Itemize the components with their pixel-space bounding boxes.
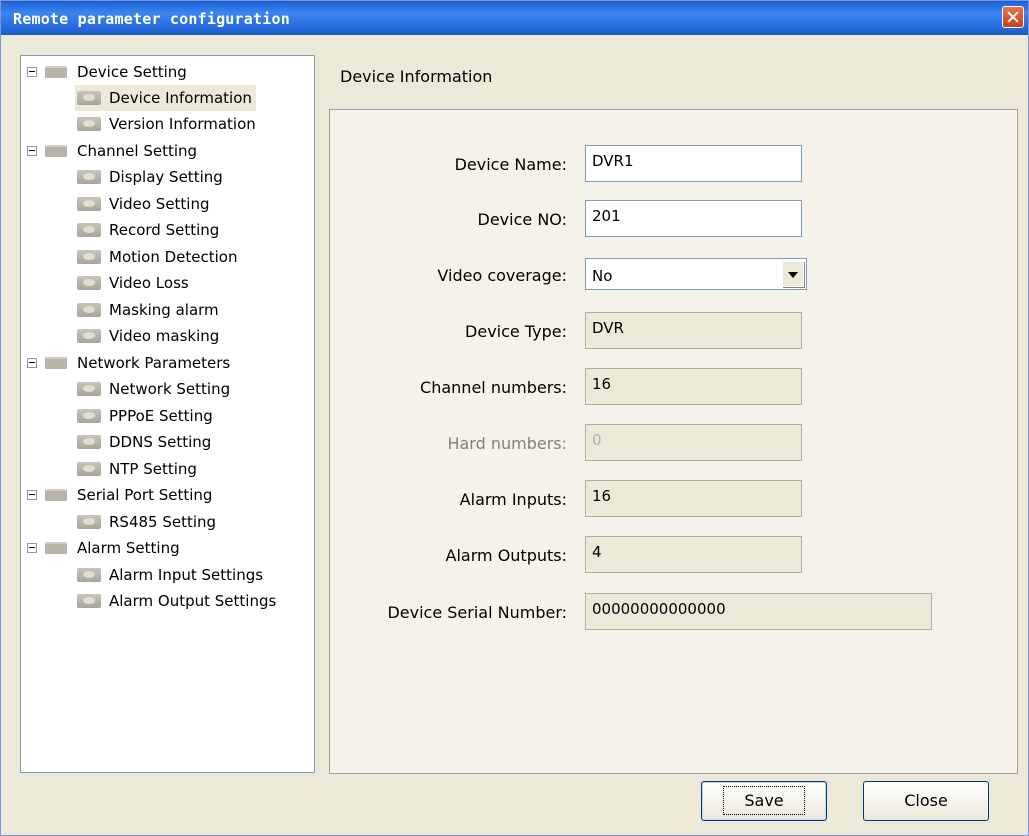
device-name-input[interactable]: DVR1 — [585, 145, 802, 182]
tree-item-video-setting[interactable]: Video Setting — [75, 191, 214, 217]
device-icon — [77, 462, 101, 476]
device-type-field: DVR — [585, 312, 802, 349]
tree-item-label: Motion Detection — [109, 248, 238, 266]
tree-item-pppoe-setting[interactable]: PPPoE Setting — [75, 403, 217, 429]
device-icon — [77, 303, 101, 317]
tree-item-label: Masking alarm — [109, 301, 219, 319]
collapse-icon[interactable] — [27, 67, 37, 77]
tree-item-video-masking[interactable]: Video masking — [75, 323, 223, 349]
device-icon — [77, 594, 101, 608]
tree-item-network-setting[interactable]: Network Setting — [75, 376, 234, 402]
tree-item-version-information[interactable]: Version Information — [75, 111, 260, 137]
tree-group-serial-port-setting[interactable]: Serial Port Setting — [27, 482, 212, 508]
device-icon — [77, 250, 101, 264]
video-coverage-value: No — [592, 267, 613, 285]
folder-icon — [45, 357, 67, 369]
tree-item-alarm-input-settings[interactable]: Alarm Input Settings — [75, 562, 267, 588]
tree-item-label: Network Setting — [109, 380, 231, 398]
device-name-label: Device Name: — [454, 155, 567, 174]
close-button[interactable]: Close — [863, 781, 989, 821]
tree-item-display-setting[interactable]: Display Setting — [75, 164, 227, 190]
chevron-down-icon[interactable] — [782, 261, 804, 287]
save-button[interactable]: Save — [701, 781, 827, 821]
tree-group-network-parameters[interactable]: Network Parameters — [27, 350, 230, 376]
device-icon — [77, 170, 101, 184]
tree-item-label: PPPoE Setting — [109, 407, 213, 425]
tree-item-label: Video Loss — [109, 274, 189, 292]
tree-group-device-setting[interactable]: Device Setting — [27, 59, 187, 85]
tree-group-label: Device Setting — [77, 63, 187, 81]
tree-item-label: Display Setting — [109, 168, 223, 186]
folder-icon — [45, 145, 67, 157]
tree-item-record-setting[interactable]: Record Setting — [75, 217, 223, 243]
device-icon — [77, 409, 101, 423]
alarm-inputs-label: Alarm Inputs: — [459, 490, 567, 509]
collapse-icon[interactable] — [27, 358, 37, 368]
folder-icon — [45, 542, 67, 554]
tree-item-rs485-setting[interactable]: RS485 Setting — [75, 509, 220, 535]
device-no-label: Device NO: — [477, 210, 567, 229]
tree-item-label: Video masking — [109, 327, 220, 345]
device-icon — [77, 91, 101, 105]
tree-group-channel-setting[interactable]: Channel Setting — [27, 138, 197, 164]
remote-config-window: Remote parameter configuration Device Se… — [0, 0, 1029, 836]
tree-item-masking-alarm[interactable]: Masking alarm — [75, 297, 223, 323]
tree-item-label: NTP Setting — [109, 460, 197, 478]
tree-item-device-information[interactable]: Device Information — [75, 85, 256, 111]
collapse-icon[interactable] — [27, 146, 37, 156]
collapse-icon[interactable] — [27, 490, 37, 500]
tree-group-label: Serial Port Setting — [77, 486, 213, 504]
close-window-icon[interactable] — [1002, 6, 1024, 28]
tree-item-motion-detection[interactable]: Motion Detection — [75, 244, 242, 270]
tree-item-label: Video Setting — [109, 195, 210, 213]
device-icon — [77, 435, 101, 449]
hard-numbers-field: 0 — [585, 424, 802, 461]
device-no-input[interactable]: 201 — [585, 200, 802, 237]
tree-item-label: Record Setting — [109, 221, 220, 239]
tree-item-label: Version Information — [109, 115, 256, 133]
tree-item-ddns-setting[interactable]: DDNS Setting — [75, 429, 215, 455]
device-icon — [77, 276, 101, 290]
video-coverage-select[interactable]: No — [585, 258, 807, 290]
title-bar: Remote parameter configuration — [1, 1, 1028, 35]
tree-group-alarm-setting[interactable]: Alarm Setting — [27, 535, 180, 561]
tree-item-label: Device Information — [109, 89, 252, 107]
channel-numbers-label: Channel numbers: — [420, 378, 567, 397]
folder-icon — [45, 489, 67, 501]
serial-number-label: Device Serial Number: — [387, 603, 567, 622]
tree-item-ntp-setting[interactable]: NTP Setting — [75, 456, 201, 482]
collapse-icon[interactable] — [27, 543, 37, 553]
device-icon — [77, 568, 101, 582]
tree-group-label: Channel Setting — [77, 142, 198, 160]
channel-numbers-field: 16 — [585, 368, 802, 405]
alarm-inputs-field: 16 — [585, 480, 802, 517]
section-title: Device Information — [340, 67, 493, 86]
tree-group-label: Alarm Setting — [77, 539, 180, 557]
alarm-outputs-field: 4 — [585, 536, 802, 573]
tree-item-label: RS485 Setting — [109, 513, 217, 531]
serial-number-field: 00000000000000 — [585, 593, 932, 630]
device-icon — [77, 223, 101, 237]
tree-group-label: Network Parameters — [77, 354, 231, 372]
device-icon — [77, 382, 101, 396]
video-coverage-label: Video coverage: — [437, 266, 567, 285]
alarm-outputs-label: Alarm Outputs: — [445, 546, 567, 565]
folder-icon — [45, 66, 67, 78]
device-icon — [77, 117, 101, 131]
tree-item-label: DDNS Setting — [109, 433, 212, 451]
device-type-label: Device Type: — [465, 322, 567, 341]
tree-item-label: Alarm Output Settings — [109, 592, 277, 610]
device-icon — [77, 197, 101, 211]
tree-item-video-loss[interactable]: Video Loss — [75, 270, 193, 296]
device-icon — [77, 515, 101, 529]
window-title: Remote parameter configuration — [13, 10, 290, 28]
tree-item-label: Alarm Input Settings — [109, 566, 264, 584]
settings-tree: Device Setting Device Information Versio… — [20, 55, 315, 773]
device-icon — [77, 329, 101, 343]
tree-item-alarm-output-settings[interactable]: Alarm Output Settings — [75, 588, 280, 614]
hard-numbers-label: Hard numbers: — [447, 434, 567, 453]
save-button-label: Save — [723, 786, 805, 815]
